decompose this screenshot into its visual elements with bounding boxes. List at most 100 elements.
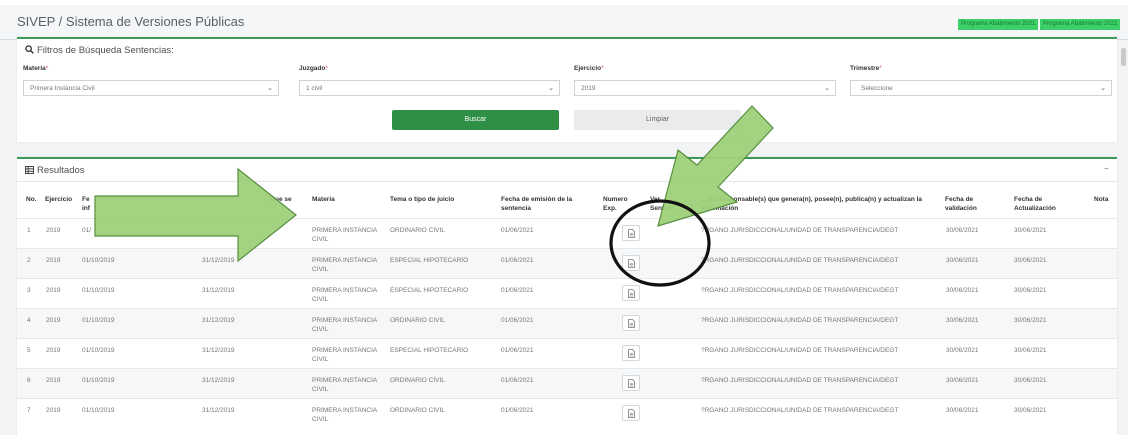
- cell-fecha-inicio: 01/10/2019: [82, 347, 115, 354]
- col-materia[interactable]: Materia: [312, 195, 335, 204]
- col-no[interactable]: No.: [26, 195, 36, 204]
- view-sentence-button[interactable]: [622, 225, 640, 241]
- col-fecha-emision[interactable]: Fecha de emisión de la sentencia: [501, 195, 572, 213]
- cell-fecha-emision: 01/06/2021: [501, 287, 534, 294]
- cell-fecha-fin: 31/12/2019: [202, 377, 235, 384]
- table-row: 4 2019 01/10/2019 31/12/2019 PRIMERA INSTANC…: [17, 308, 1117, 339]
- juzgado-label: Juzgado*: [299, 65, 328, 72]
- col-tema[interactable]: Tema o tipo de juicio: [390, 195, 454, 204]
- col-fecha-inicio[interactable]: Fe inf: [82, 195, 90, 213]
- juzgado-select[interactable]: 1 civil ⌄: [299, 80, 560, 96]
- view-sentence-button[interactable]: [622, 285, 640, 301]
- cell-fecha-validacion: 30/06/2021: [946, 227, 979, 234]
- table-row: 7 2019 01/10/2019 31/12/2019 PRIMERA INSTANC…: [17, 398, 1117, 429]
- cell-fecha-inicio: 01/10/2019: [82, 377, 115, 384]
- cell-materia: PRIMERA INSTANCIA CIVIL: [312, 227, 378, 243]
- view-sentence-button[interactable]: [622, 255, 640, 271]
- col-nota[interactable]: Nota: [1094, 195, 1108, 204]
- cell-fecha-inicio: 01/10/2019: [82, 407, 115, 414]
- cell-fecha-emision: 01/06/2021: [501, 227, 534, 234]
- cell-fecha-actualizacion: 30/06/2021: [1014, 377, 1047, 384]
- cell-no: 5: [27, 347, 31, 354]
- cell-tema: ESPECIAL HIPOTECARIO: [390, 257, 469, 264]
- cell-fecha-actualizacion: 30/06/2021: [1014, 287, 1047, 294]
- cell-ejercicio: 2019: [46, 347, 61, 354]
- cell-fecha-validacion: 30/06/2021: [946, 377, 979, 384]
- trimestre-value: Seleccione: [861, 85, 893, 92]
- view-sentence-button[interactable]: [622, 405, 640, 421]
- cell-fecha-emision: 01/06/2021: [501, 377, 534, 384]
- chevron-down-icon: ⌄: [548, 85, 554, 92]
- program-badge-2022[interactable]: Programa Abatimiento 2022: [1040, 19, 1121, 30]
- cell-materia: PRIMERA INSTANCIA CIVIL: [312, 347, 378, 363]
- cell-fecha-fin: 31/12/2019: [202, 257, 235, 264]
- cell-ejercicio: 2019: [46, 317, 61, 324]
- cell-no: 7: [27, 407, 31, 414]
- materia-select[interactable]: Primera Instancia Civil ⌄: [23, 80, 279, 96]
- cell-area: ?RGANO JURISDICCIONAL/UNIDAD DE TRANSPAR…: [701, 407, 899, 414]
- juzgado-value: 1 civil: [306, 85, 323, 92]
- trimestre-select[interactable]: Seleccione ⌄: [850, 80, 1112, 96]
- collapse-button[interactable]: –: [1104, 163, 1109, 174]
- page-scrollbar[interactable]: [1121, 48, 1126, 66]
- document-icon: [628, 289, 635, 298]
- cell-no: 2: [27, 257, 31, 264]
- chevron-down-icon: ⌄: [824, 85, 830, 92]
- cell-materia: PRIMERA INSTANCIA CIVIL: [312, 257, 378, 273]
- cell-tema: ORDINARIO CIVIL: [390, 377, 445, 384]
- col-ejercicio[interactable]: Ejercicio: [45, 195, 72, 204]
- cell-fecha-emision: 01/06/2021: [501, 257, 534, 264]
- document-icon: [628, 349, 635, 358]
- cell-materia: PRIMERA INSTANCIA CIVIL: [312, 377, 378, 393]
- limpiar-button[interactable]: Limpiar: [574, 110, 741, 130]
- cell-ejercicio: 2019: [46, 377, 61, 384]
- col-fecha-fin[interactable]: que se: [271, 195, 292, 204]
- col-numero[interactable]: Numero Exp.: [603, 195, 628, 213]
- cell-ejercicio: 2019: [46, 257, 61, 264]
- cell-fecha-inicio: 01/10/2019: [82, 317, 115, 324]
- cell-fecha-fin: 31/12/2019: [202, 287, 235, 294]
- cell-fecha-inicio: 01/: [82, 227, 92, 234]
- materia-value: Primera Instancia Civil: [30, 85, 95, 92]
- chevron-down-icon: ⌄: [267, 85, 273, 92]
- cell-tema: ORDINARIO CIVIL: [390, 227, 445, 234]
- trimestre-label: Trimestre*: [850, 65, 882, 72]
- cell-ejercicio: 2019: [46, 287, 61, 294]
- cell-fecha-actualizacion: 30/06/2021: [1014, 407, 1047, 414]
- materia-label: Materia*: [23, 65, 49, 72]
- cell-tema: ESPECIAL HIPOTECARIO: [390, 347, 469, 354]
- view-sentence-button[interactable]: [622, 375, 640, 391]
- col-area-responsable[interactable]: ...a(s) responsable(s) que genera(n), po…: [701, 195, 922, 213]
- col-fecha-validacion[interactable]: Fecha de validación: [945, 195, 977, 213]
- cell-fecha-actualizacion: 30/06/2021: [1014, 227, 1047, 234]
- cell-fecha-emision: 01/06/2021: [501, 347, 534, 354]
- buscar-button[interactable]: Buscar: [392, 110, 559, 130]
- cell-fecha-actualizacion: 30/06/2021: [1014, 257, 1047, 264]
- cell-fecha-validacion: 30/06/2021: [946, 317, 979, 324]
- ejercicio-select[interactable]: 2019 ⌄: [574, 80, 836, 96]
- view-sentence-button[interactable]: [622, 315, 640, 331]
- cell-fecha-actualizacion: 30/06/2021: [1014, 317, 1047, 324]
- cell-area: ?RGANO JURISDICCIONAL/UNIDAD DE TRANSPAR…: [701, 317, 899, 324]
- filters-heading: Filtros de Búsqueda Sentencias:: [25, 45, 174, 57]
- program-badge-2021[interactable]: Programa Abatimiento 2021: [958, 19, 1039, 30]
- col-ver-sentencia[interactable]: Ver Sentenc: [650, 195, 675, 213]
- cell-no: 1: [27, 227, 31, 234]
- cell-fecha-emision: 01/06/2021: [501, 317, 534, 324]
- view-sentence-button[interactable]: [622, 345, 640, 361]
- document-icon: [628, 229, 635, 238]
- cell-fecha-validacion: 30/06/2021: [946, 347, 979, 354]
- ejercicio-label: Ejercicio*: [574, 65, 604, 72]
- cell-area: ?RGANO JURISDICCIONAL/UNIDAD DE TRANSPAR…: [701, 347, 899, 354]
- results-heading: Resultados: [25, 165, 85, 177]
- document-icon: [628, 409, 635, 418]
- table-row: 1 2019 01/PRIMERA INSTANCIA CIVIL ORDINARIO…: [17, 218, 1117, 249]
- ejercicio-value: 2019: [581, 85, 596, 92]
- results-panel: Resultados – No. Ejercicio Fe inf que se…: [17, 157, 1117, 435]
- cell-ejercicio: 2019: [46, 227, 61, 234]
- cell-fecha-validacion: 30/06/2021: [946, 257, 979, 264]
- document-icon: [628, 259, 635, 268]
- cell-area: ?RGANO JURISDICCIONAL/UNIDAD DE TRANSPAR…: [701, 257, 899, 264]
- cell-fecha-inicio: 01/10/2019: [82, 257, 115, 264]
- col-fecha-actualizacion[interactable]: Fecha de Actualización: [1014, 195, 1056, 213]
